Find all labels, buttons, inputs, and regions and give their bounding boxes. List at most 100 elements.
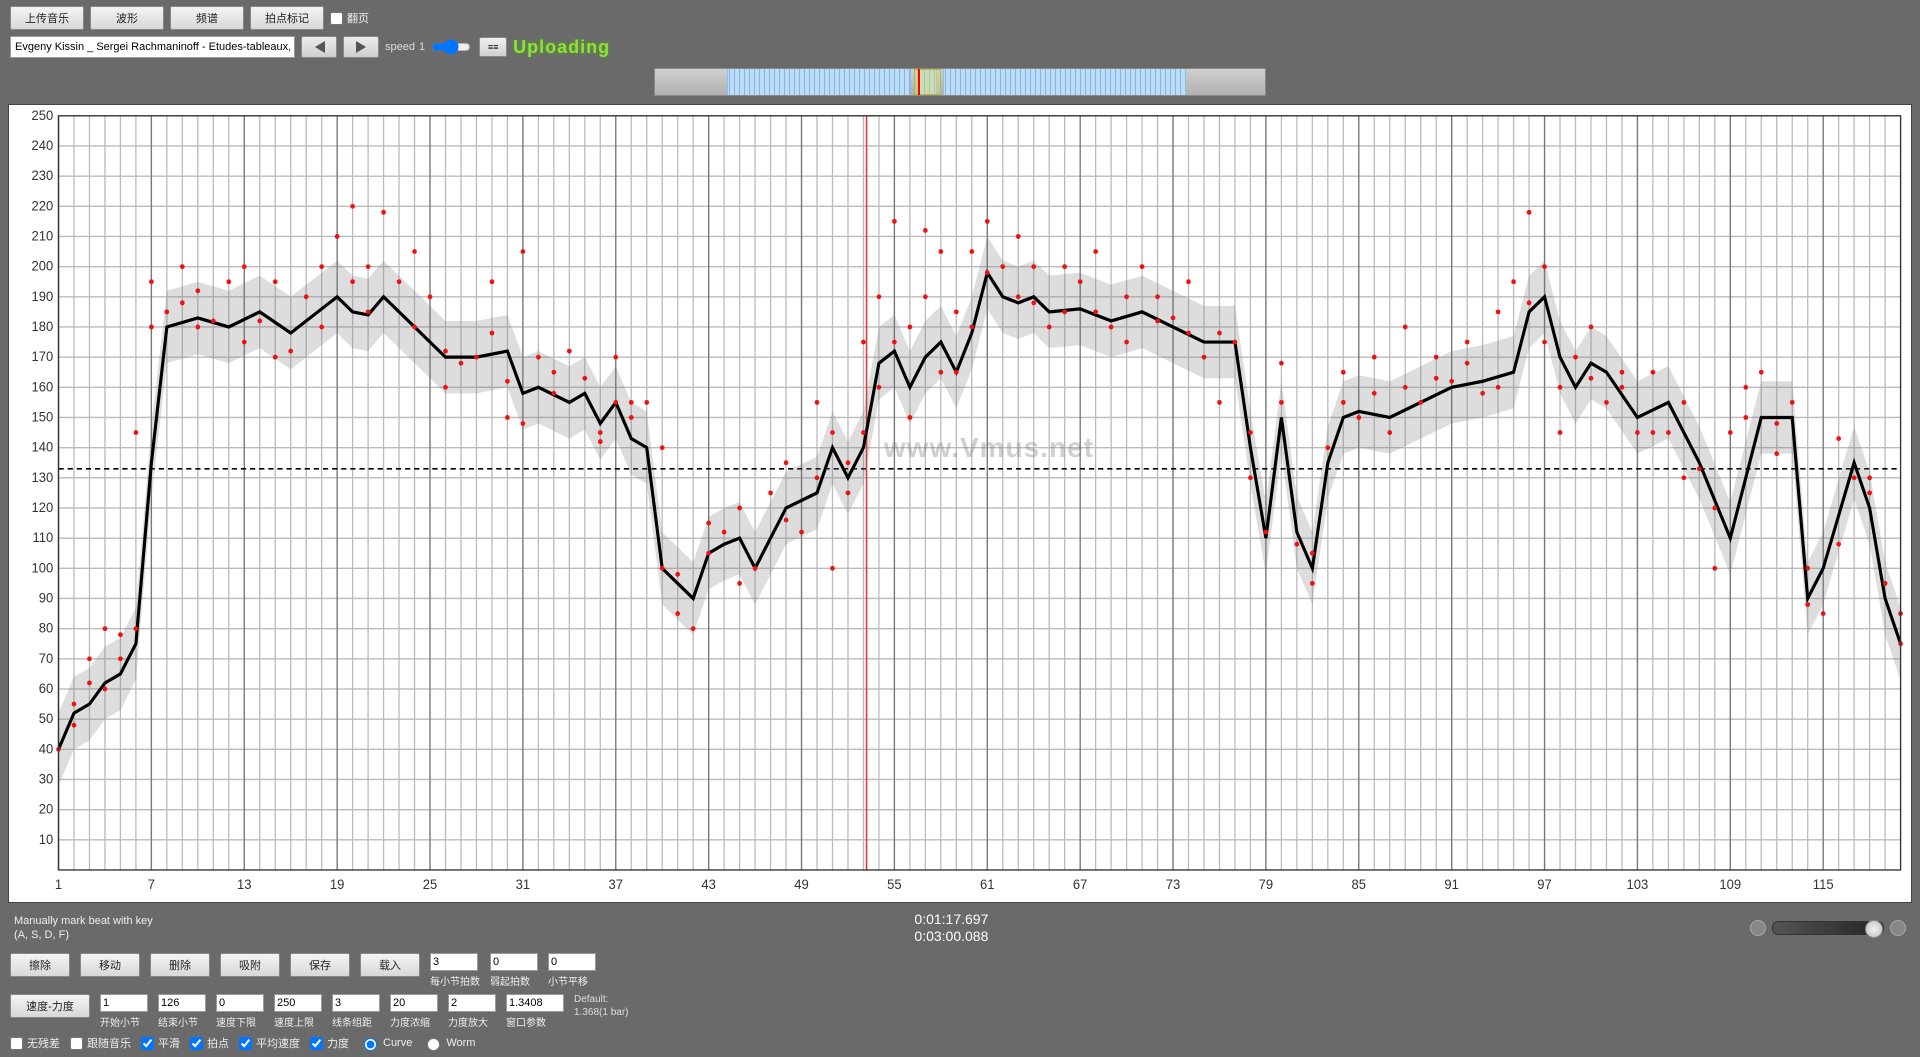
snap-button[interactable]: 吸附 (220, 953, 280, 977)
prev-button[interactable] (301, 36, 337, 58)
load-button[interactable]: 载入 (360, 953, 420, 977)
svg-text:20: 20 (39, 801, 53, 816)
svg-text:190: 190 (32, 289, 54, 304)
svg-text:43: 43 (701, 877, 715, 892)
start-bar-input[interactable] (100, 994, 148, 1012)
svg-text:67: 67 (1073, 877, 1087, 892)
start-bar-label: 开始小节 (100, 1014, 140, 1029)
erase-button[interactable]: 擦除 (10, 953, 70, 977)
svg-text:250: 250 (32, 108, 54, 123)
pageflip-checkbox-input[interactable] (330, 12, 343, 25)
tempo-dynamics-button[interactable]: 速度-力度 (10, 994, 90, 1018)
avg-tempo-label: 平均速度 (256, 1035, 300, 1051)
window-param-label: 窗口参数 (506, 1014, 546, 1029)
curve-radio[interactable]: Curve (359, 1035, 412, 1051)
svg-text:91: 91 (1444, 877, 1458, 892)
svg-text:180: 180 (32, 319, 54, 334)
svg-text:25: 25 (423, 877, 437, 892)
svg-text:120: 120 (32, 500, 54, 515)
pageflip-label: 翻页 (347, 10, 369, 26)
bar-offset-label: 小节平移 (548, 973, 588, 988)
svg-text:130: 130 (32, 470, 54, 485)
svg-text:1: 1 (55, 877, 62, 892)
svg-text:90: 90 (39, 590, 53, 605)
svg-text:31: 31 (516, 877, 530, 892)
pageflip-checkbox[interactable]: 翻页 (330, 10, 369, 26)
svg-text:210: 210 (32, 228, 54, 243)
svg-text:49: 49 (794, 877, 808, 892)
beats-per-bar-label: 每小节拍数 (430, 973, 480, 988)
svg-text:170: 170 (32, 349, 54, 364)
window-param-input[interactable] (506, 994, 564, 1012)
beats-per-bar-input[interactable] (430, 953, 478, 971)
dynamics-label: 力度 (327, 1035, 349, 1051)
dynamics-checkbox[interactable]: 力度 (310, 1035, 349, 1051)
hint-line1: Manually mark beat with key (14, 914, 153, 928)
play-button[interactable] (343, 36, 379, 58)
dyn-scale-label: 力度浓缩 (390, 1014, 430, 1029)
svg-text:200: 200 (32, 258, 54, 273)
default-value: 1.368(1 bar) (574, 1007, 628, 1018)
avg-tempo-checkbox[interactable]: 平均速度 (239, 1035, 300, 1051)
line-group-input[interactable] (332, 994, 380, 1012)
upload-music-button[interactable]: 上传音乐 (10, 6, 84, 30)
follow-music-label: 跟随音乐 (87, 1035, 131, 1051)
follow-music-checkbox[interactable]: 跟随音乐 (70, 1035, 131, 1051)
svg-text:140: 140 (32, 439, 54, 454)
dyn-zoom-label: 力度放大 (448, 1014, 488, 1029)
svg-text:97: 97 (1537, 877, 1551, 892)
svg-text:7: 7 (148, 877, 155, 892)
svg-text:79: 79 (1259, 877, 1273, 892)
beat-mark-button[interactable]: 拍点标记 (250, 6, 324, 30)
loop-toggle-button[interactable]: ≡≡ (479, 37, 507, 57)
tempo-min-label: 速度下限 (216, 1014, 256, 1029)
smooth-label: 平滑 (158, 1035, 180, 1051)
tempo-min-input[interactable] (216, 994, 264, 1012)
svg-text:150: 150 (32, 409, 54, 424)
bar-offset-input[interactable] (548, 953, 596, 971)
line-group-label: 线条组距 (332, 1014, 372, 1029)
svg-text:30: 30 (39, 771, 53, 786)
speed-label: speed (385, 41, 415, 53)
svg-text:220: 220 (32, 198, 54, 213)
worm-radio[interactable]: Worm (422, 1035, 475, 1051)
svg-text:230: 230 (32, 168, 54, 183)
tempo-chart[interactable]: 1020304050607080901001101201301401501601… (8, 104, 1912, 903)
waveform-button[interactable]: 波形 (90, 6, 164, 30)
hint-line2: (A, S, D, F) (14, 928, 153, 942)
default-label: Default: (574, 994, 608, 1005)
dyn-zoom-input[interactable] (448, 994, 496, 1012)
no-residual-checkbox[interactable]: 无残差 (10, 1035, 60, 1051)
dyn-scale-input[interactable] (390, 994, 438, 1012)
tempo-max-input[interactable] (274, 994, 322, 1012)
worm-radio-label: Worm (446, 1037, 475, 1049)
beats-checkbox[interactable]: 拍点 (190, 1035, 229, 1051)
play-icon (355, 41, 367, 53)
end-bar-input[interactable] (158, 994, 206, 1012)
svg-text:37: 37 (609, 877, 623, 892)
smooth-checkbox[interactable]: 平滑 (141, 1035, 180, 1051)
speed-slider[interactable] (431, 39, 471, 55)
svg-text:60: 60 (39, 681, 53, 696)
svg-text:19: 19 (330, 877, 344, 892)
no-residual-label: 无残差 (27, 1035, 60, 1051)
volume-slider[interactable] (1772, 921, 1884, 935)
end-bar-label: 结束小节 (158, 1014, 198, 1029)
curve-radio-label: Curve (383, 1037, 412, 1049)
svg-text:10: 10 (39, 832, 53, 847)
svg-text:115: 115 (1813, 877, 1834, 892)
svg-text:61: 61 (980, 877, 994, 892)
waveform-overview[interactable] (654, 68, 1266, 96)
move-button[interactable]: 移动 (80, 953, 140, 977)
svg-text:85: 85 (1352, 877, 1366, 892)
pickup-beats-input[interactable] (490, 953, 538, 971)
spectrum-button[interactable]: 频谱 (170, 6, 244, 30)
svg-text:50: 50 (39, 711, 53, 726)
speed-value: 1 (419, 41, 425, 53)
svg-text:240: 240 (32, 138, 54, 153)
save-button[interactable]: 保存 (290, 953, 350, 977)
volume-low-icon (1750, 920, 1766, 936)
delete-button[interactable]: 删除 (150, 953, 210, 977)
track-title-input[interactable] (10, 36, 295, 58)
svg-text:103: 103 (1627, 877, 1649, 892)
